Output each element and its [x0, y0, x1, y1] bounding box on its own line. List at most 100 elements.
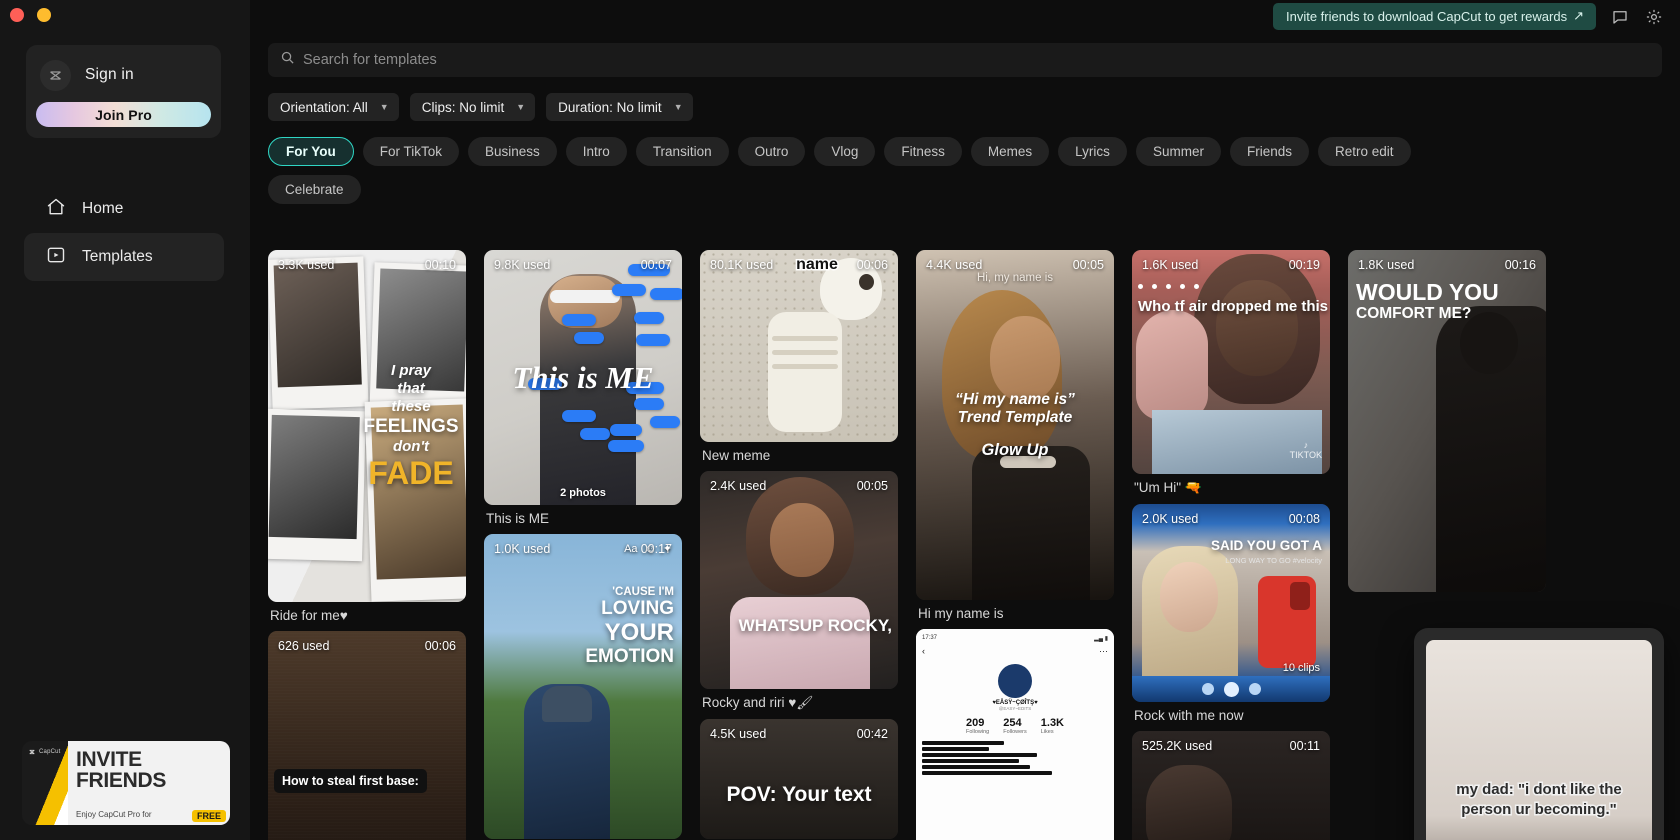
- invite-friends-promo-banner[interactable]: CapCut INVITE FRIENDS Enjoy CapCut Pro f…: [22, 741, 230, 825]
- close-window-button[interactable]: [10, 8, 24, 22]
- chip-lyrics[interactable]: Lyrics: [1058, 137, 1127, 166]
- capcut-window: Sign in Join Pro Home Templates CapCut I…: [0, 0, 1680, 840]
- template-card[interactable]: 525.2K used 00:11: [1132, 731, 1330, 840]
- used-count: 1.8K used: [1358, 258, 1415, 272]
- chip-for-tiktok[interactable]: For TikTok: [362, 137, 460, 166]
- search-icon: [280, 50, 295, 70]
- message-icon[interactable]: [1610, 7, 1630, 27]
- used-count: 4.4K used: [926, 258, 983, 272]
- grid-column-4: Hi, my name is “Hi my name is” Trend Tem…: [916, 250, 1114, 840]
- join-pro-button[interactable]: Join Pro: [36, 102, 211, 127]
- thumbnail-art: [268, 631, 466, 840]
- thumbnail-art: [700, 471, 898, 689]
- clips-filter[interactable]: Clips: No limit ▼: [409, 93, 536, 121]
- photos-badge: 2 photos: [560, 487, 606, 499]
- template-card[interactable]: SAID YOU GOT A LONG WAY TO GO #velocity …: [1132, 504, 1330, 723]
- template-card[interactable]: Hi, my name is “Hi my name is” Trend Tem…: [916, 250, 1114, 621]
- template-card[interactable]: WHATSUP ROCKY, 2.4K used 00:05 Rocky and…: [700, 471, 898, 711]
- external-link-icon: ↗: [1573, 8, 1584, 23]
- orientation-filter[interactable]: Orientation: All ▼: [268, 93, 399, 121]
- duration-label: 00:11: [1289, 739, 1320, 753]
- template-thumbnail[interactable]: SAID YOU GOT A LONG WAY TO GO #velocity …: [1132, 504, 1330, 702]
- chip-summer[interactable]: Summer: [1135, 137, 1221, 166]
- sidebar-item-home[interactable]: Home: [24, 185, 224, 233]
- text-tool-icon: Aa: [624, 542, 638, 555]
- chip-vlog[interactable]: Vlog: [814, 137, 876, 166]
- thumbnail-art: [484, 250, 682, 505]
- window-traffic-lights: [10, 8, 51, 22]
- duration-label: 00:10: [424, 258, 456, 272]
- template-thumbnail[interactable]: WOULD YOU COMFORT ME? 1.8K used 00:16: [1348, 250, 1546, 592]
- chip-celebrate[interactable]: Celebrate: [268, 175, 361, 204]
- sign-in-row[interactable]: Sign in: [36, 55, 211, 95]
- template-card[interactable]: How to steal first base: 626 used 00:06: [268, 631, 466, 840]
- chip-transition[interactable]: Transition: [635, 137, 729, 166]
- grid-column-5: Who tf air dropped me this ♪ TIKTOK 1.6K …: [1132, 250, 1330, 840]
- sidebar-item-templates[interactable]: Templates: [24, 233, 224, 281]
- chip-business[interactable]: Business: [468, 137, 557, 166]
- template-title: New meme: [702, 448, 771, 463]
- promo-line-2: FRIENDS: [76, 769, 167, 792]
- chip-retro-edit[interactable]: Retro edit: [1317, 137, 1411, 166]
- template-thumbnail[interactable]: How to steal first base: 626 used 00:06: [268, 631, 466, 840]
- used-count: 1.6K used: [1142, 258, 1199, 272]
- template-thumbnail[interactable]: 17:37 ▂▄ ▮ ‹ ··· ♥EÅSŸ~ÇØÎTŞ♥ @EASY~EDITS …: [916, 629, 1114, 840]
- template-thumbnail[interactable]: WHATSUP ROCKY, 2.4K used 00:05: [700, 471, 898, 689]
- chip-fitness[interactable]: Fitness: [884, 137, 962, 166]
- template-card[interactable]: POV: Your text 4.5K used 00:42: [700, 719, 898, 839]
- top-bar: Invite friends to download CapCut to get…: [250, 0, 1680, 30]
- thumbnail-art: [484, 534, 682, 839]
- chevron-down-icon: ▼: [516, 101, 526, 112]
- duration-label: 00:07: [640, 258, 672, 272]
- orientation-filter-label: Orientation: All: [280, 99, 368, 115]
- thumbnail-art: [916, 250, 1114, 600]
- thumbnail-art: [1348, 250, 1546, 592]
- used-count: 2.0K used: [1142, 512, 1199, 526]
- used-count: 3.3K used: [278, 258, 335, 272]
- duration-label: 00:08: [1288, 512, 1320, 526]
- phone-avatar: [998, 664, 1032, 698]
- duration-label: 00:05: [856, 479, 888, 493]
- thumbnail-art: 17:37 ▂▄ ▮ ‹ ··· ♥EÅSŸ~ÇØÎTŞ♥ @EASY~EDITS …: [916, 629, 1114, 840]
- chip-outro[interactable]: Outro: [737, 137, 806, 166]
- gear-icon[interactable]: [1644, 7, 1664, 27]
- chip-friends[interactable]: Friends: [1229, 137, 1309, 166]
- template-thumbnail[interactable]: Hi, my name is “Hi my name is” Trend Tem…: [916, 250, 1114, 600]
- chip-intro[interactable]: Intro: [565, 137, 627, 166]
- template-thumbnail[interactable]: name 80.1K used 00:06: [700, 250, 898, 442]
- template-card[interactable]: 17:37 ▂▄ ▮ ‹ ··· ♥EÅSŸ~ÇØÎTŞ♥ @EASY~EDITS …: [916, 629, 1114, 840]
- duration-label: 00:06: [424, 639, 456, 653]
- hovered-template-card[interactable]: my dad: "i dont like the person ur becom…: [1416, 630, 1662, 840]
- account-card: Sign in Join Pro: [26, 45, 221, 138]
- template-thumbnail[interactable]: I pray that these FEELINGS don't FADE 3.…: [268, 250, 466, 602]
- promo-text: INVITE FRIENDS Enjoy CapCut Pro for FREE: [68, 741, 230, 825]
- chip-for-you[interactable]: For You: [268, 137, 354, 166]
- template-card[interactable]: name 80.1K used 00:06 New meme: [700, 250, 898, 463]
- phone-stats: 209 Following 254 Followers 1.3K Likes: [965, 717, 1065, 735]
- invite-friends-banner-button[interactable]: Invite friends to download CapCut to get…: [1272, 3, 1596, 30]
- templates-icon: [46, 245, 66, 270]
- chip-memes[interactable]: Memes: [970, 137, 1050, 166]
- template-thumbnail[interactable]: 525.2K used 00:11: [1132, 731, 1330, 840]
- sign-in-label: Sign in: [85, 66, 134, 83]
- used-count: 2.4K used: [710, 479, 767, 493]
- template-card[interactable]: This is ME 2 photos 9.8K used 00:07 This…: [484, 250, 682, 526]
- template-thumbnail[interactable]: Who tf air dropped me this ♪ TIKTOK 1.6K …: [1132, 250, 1330, 474]
- minimize-window-button[interactable]: [37, 8, 51, 22]
- template-thumbnail[interactable]: This is ME 2 photos 9.8K used 00:07: [484, 250, 682, 505]
- used-count: 4.5K used: [710, 727, 767, 741]
- duration-filter[interactable]: Duration: No limit ▼: [546, 93, 693, 121]
- grid-column-3: name 80.1K used 00:06 New meme WHATSUP R…: [700, 250, 898, 840]
- template-thumbnail[interactable]: POV: Your text 4.5K used 00:42: [700, 719, 898, 839]
- used-count: 1.0K used: [494, 542, 551, 556]
- home-icon: [46, 197, 66, 222]
- template-card[interactable]: I pray that these FEELINGS don't FADE 3.…: [268, 250, 466, 623]
- search-bar[interactable]: [268, 43, 1662, 77]
- template-card[interactable]: WOULD YOU COMFORT ME? 1.8K used 00:16: [1348, 250, 1546, 592]
- template-thumbnail[interactable]: Aa ☺ ✦ 'CAUSE I'M LOVING YOUR EMOTION 1.…: [484, 534, 682, 839]
- search-input[interactable]: [303, 52, 1650, 68]
- template-card[interactable]: Aa ☺ ✦ 'CAUSE I'M LOVING YOUR EMOTION 1.…: [484, 534, 682, 839]
- template-card[interactable]: Who tf air dropped me this ♪ TIKTOK 1.6K …: [1132, 250, 1330, 496]
- hovered-template-thumbnail[interactable]: my dad: "i dont like the person ur becom…: [1426, 640, 1652, 840]
- thumbnail-art: [1426, 640, 1652, 840]
